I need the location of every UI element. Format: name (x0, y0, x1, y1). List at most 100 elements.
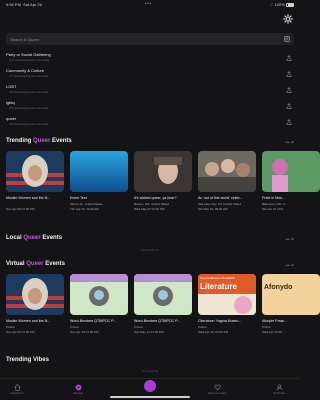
event-title: Pride in Mon... (262, 196, 286, 200)
category-count: (76 Upcoming Events in the Area) (9, 107, 48, 110)
event-image (70, 151, 128, 192)
trending-events-row: Muslim Women and the Ill... Sun Apr 06 0… (6, 151, 320, 221)
event-title: Word-Benders QTBIPOC P... (70, 319, 117, 323)
multitask-dots[interactable]: ••• (145, 1, 152, 7)
event-location: Online (198, 325, 207, 329)
category-count: (76 Upcoming Events in the Area) (9, 123, 48, 126)
status-right: ⌔ 100% (270, 2, 294, 8)
category-title: Party or Social Gathering (6, 52, 51, 57)
category-title: Community & Culture (6, 68, 45, 73)
event-location: Online (262, 325, 271, 329)
add-event-button[interactable] (139, 380, 161, 394)
tab-dashboard[interactable]: Dashboard (2, 384, 32, 398)
heart-icon (213, 384, 221, 391)
event-card[interactable]: Muslim Women and the Ill... Sun Apr 06 0… (6, 151, 64, 221)
event-card[interactable]: Word-Benders QTBIPOC P... Online Sun Apr… (70, 274, 128, 344)
event-title: Afonjdé Powe... (262, 319, 288, 323)
list-filter-icon[interactable] (284, 36, 290, 42)
compass-icon (75, 384, 81, 391)
category-item[interactable]: lgbtq (76 Upcoming Events in the Area) (6, 100, 294, 116)
search-bar[interactable]: Search in Queer (6, 33, 294, 45)
share-icon[interactable] (286, 55, 292, 61)
category-title: lgbtq (6, 100, 15, 105)
event-location: Baltimore, MD, U... (262, 202, 288, 206)
tab-my-profile[interactable]: My Profile (264, 384, 294, 398)
event-title: Muslim Women and the Ill... (6, 319, 51, 323)
battery-percent: 100% (274, 2, 285, 7)
event-date: Sat May 10, 09:00 AM (198, 207, 228, 211)
event-date: Thu Apr 24, 11:00 AM (70, 207, 99, 211)
see-all-local-link[interactable]: see all (285, 237, 294, 241)
see-all-virtual-link[interactable]: see all (285, 263, 294, 267)
category-item[interactable]: queer (76 Upcoming Events in the Area) (6, 116, 294, 132)
event-image: Afonydo (262, 274, 320, 315)
share-icon[interactable] (286, 119, 292, 125)
event-image: Vagina Museum Bookclub Literature (198, 274, 256, 315)
event-location: Salt Lake City, UT, United States (198, 202, 242, 206)
tab-label: Recommended (208, 392, 226, 395)
category-title: LGBT (6, 84, 17, 89)
event-card[interactable]: It's wicked queer, ya hear? Boston, MA, … (134, 151, 192, 221)
event-card[interactable]: Vagina Museum Bookclub Literature Citera… (198, 274, 256, 344)
event-card[interactable]: An 'out of this world' celeb... Salt Lak… (198, 151, 256, 221)
event-date: Sat Jun 07 10:0... (262, 207, 286, 211)
event-location: Online (134, 325, 143, 329)
event-location: Online (6, 325, 15, 329)
category-item[interactable]: LGBT (76 Upcoming Events in the Area) (6, 84, 294, 100)
category-count: (77 Upcoming Events in the Area) (9, 75, 48, 78)
share-icon[interactable] (286, 103, 292, 109)
category-item[interactable]: Community & Culture (77 Upcoming Events … (6, 68, 294, 84)
event-card[interactable]: Afonydo Afonjdé Powe... Online Wed Apr 3… (262, 274, 320, 344)
category-count: (127 Upcoming Events in the Area) (9, 59, 50, 62)
add-icon (144, 380, 156, 392)
event-image (262, 151, 320, 192)
wifi-icon: ⌔ (269, 2, 274, 7)
tab-label: Dashboard (10, 392, 24, 395)
event-location: Boston, MA, United States (134, 202, 170, 206)
search-input[interactable]: Search in Queer (10, 37, 39, 42)
event-card[interactable]: Pride in Mon... Baltimore, MD, U... Sat … (262, 151, 320, 221)
event-image (70, 274, 128, 315)
event-date: Wed Apr 30 08:... (262, 330, 286, 334)
section-title-vibes: Trending Vibes (6, 357, 49, 363)
empty-state: No Events Yet (141, 248, 159, 252)
tab-label: My Profile (273, 392, 285, 395)
event-title: Word-Benders QTBIPOC P... (134, 319, 181, 323)
status-bar: 5:54 PM Sat Apr 26 ••• ⌔ 100% (0, 0, 300, 9)
category-item[interactable]: Party or Social Gathering (127 Upcoming … (6, 52, 294, 68)
share-icon[interactable] (286, 71, 292, 77)
event-title: An 'out of this world' celeb... (198, 196, 243, 200)
home-icon (13, 384, 21, 391)
poster-subtitle: Vagina Museum Bookclub (200, 276, 235, 280)
tab-recommended[interactable]: Recommended (202, 384, 232, 398)
event-image (134, 274, 192, 315)
home-indicator (110, 396, 190, 398)
event-card[interactable]: Event Test Miami, FL, United States Thu … (70, 151, 128, 221)
battery-icon (286, 2, 294, 7)
event-image (6, 274, 64, 315)
tab-discover[interactable]: Discover (63, 384, 93, 398)
section-title-local: Local Queer Events (6, 235, 63, 241)
event-date: Sun Apr 06 07:30 PM (6, 207, 35, 211)
event-title: It's wicked queer, ya hear? (134, 196, 177, 200)
event-date: Wed May 07 07:00 PM (134, 207, 165, 211)
event-title: Event Test (70, 196, 87, 200)
see-all-trending-link[interactable]: see all (285, 140, 294, 144)
event-image (198, 151, 256, 192)
section-title-virtual: Virtual Queer Events (6, 261, 65, 267)
category-title: queer (6, 116, 17, 121)
event-title: Muslim Women and the Ill... (6, 196, 51, 200)
empty-state: No Vibes Yet (142, 369, 158, 373)
event-date: Wed Apr 30, 02:30 PM (198, 330, 229, 334)
poster-title: Literature (200, 282, 237, 291)
event-card[interactable]: Word-Benders QTBIPOC P... Online Sun May… (134, 274, 192, 344)
section-title-trending: Trending Queer Events (6, 138, 72, 144)
event-image (6, 151, 64, 192)
share-icon[interactable] (286, 87, 292, 93)
status-time: 5:54 PM Sat Apr 26 (6, 2, 42, 7)
category-count: (76 Upcoming Events in the Area) (9, 91, 48, 94)
event-location: Miami, FL, United States (70, 202, 103, 206)
event-card[interactable]: Muslim Women and the Ill... Online Sun A… (6, 274, 64, 344)
settings-gear-icon[interactable] (283, 14, 293, 24)
event-date: Sun Apr 13 07:00 PM (70, 330, 99, 334)
